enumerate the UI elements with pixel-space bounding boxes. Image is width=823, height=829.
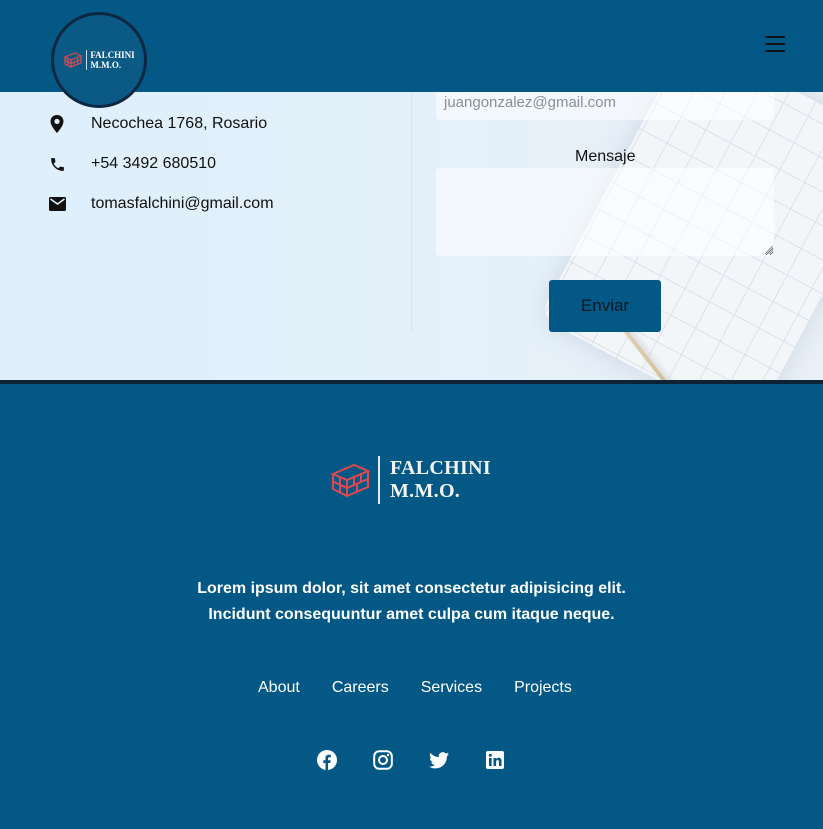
phone-row: +54 3492 680510: [48, 154, 216, 174]
footer-logo[interactable]: FALCHINI M.M.O.: [330, 456, 491, 504]
email-field[interactable]: juangonzalez@gmail.com: [436, 92, 774, 120]
brand-logo[interactable]: FALCHINI M.M.O.: [51, 12, 147, 108]
logo-text: FALCHINI M.M.O.: [390, 457, 491, 503]
logo-line-1: FALCHINI: [390, 457, 491, 479]
site-header: FALCHINI M.M.O.: [0, 0, 823, 108]
brick-icon: [330, 463, 370, 498]
email-text: tomasfalchini@gmail.com: [91, 195, 274, 212]
tagline-line-2: Incidunt consequuntur amet culpa cum ita…: [208, 606, 615, 623]
logo-divider: [86, 50, 88, 70]
site-footer: FALCHINI M.M.O. Lorem ipsum dolor, sit a…: [0, 384, 823, 829]
message-label: Mensaje: [575, 148, 636, 165]
hamburger-icon[interactable]: [765, 36, 785, 52]
contact-section: Necochea 1768, Rosario +54 3492 680510 t…: [0, 92, 823, 380]
message-field[interactable]: [436, 168, 774, 256]
footer-nav: About Careers Services Projects: [258, 679, 572, 697]
phone-icon: [48, 155, 66, 173]
facebook-icon[interactable]: [317, 750, 337, 770]
send-button[interactable]: Enviar: [549, 280, 661, 332]
footer-link-services[interactable]: Services: [421, 679, 482, 697]
phone-text: +54 3492 680510: [91, 155, 217, 172]
brick-icon: [63, 52, 83, 68]
email-row: tomasfalchini@gmail.com: [48, 194, 274, 214]
instagram-icon[interactable]: [373, 750, 393, 770]
address-text: Necochea 1768, Rosario: [91, 115, 268, 132]
linkedin-icon[interactable]: [485, 750, 505, 770]
address-row: Necochea 1768, Rosario: [48, 114, 267, 134]
logo-text: FALCHINI M.M.O.: [90, 50, 134, 70]
footer-link-projects[interactable]: Projects: [514, 679, 572, 697]
menu-bar: [765, 43, 785, 45]
location-pin-icon: [48, 115, 66, 133]
twitter-icon[interactable]: [429, 750, 449, 770]
mail-icon: [48, 195, 66, 213]
logo-line-2: M.M.O.: [390, 480, 461, 502]
logo-line-1: FALCHINI: [90, 50, 135, 60]
logo-divider: [378, 456, 380, 504]
resize-grip-icon[interactable]: [765, 246, 773, 254]
menu-bar: [765, 50, 785, 52]
column-divider: [411, 92, 412, 332]
logo-line-2: M.M.O.: [90, 60, 122, 70]
tagline-line-1: Lorem ipsum dolor, sit amet consectetur …: [197, 580, 626, 597]
footer-link-about[interactable]: About: [258, 679, 300, 697]
footer-link-careers[interactable]: Careers: [332, 679, 389, 697]
menu-bar: [765, 36, 785, 38]
